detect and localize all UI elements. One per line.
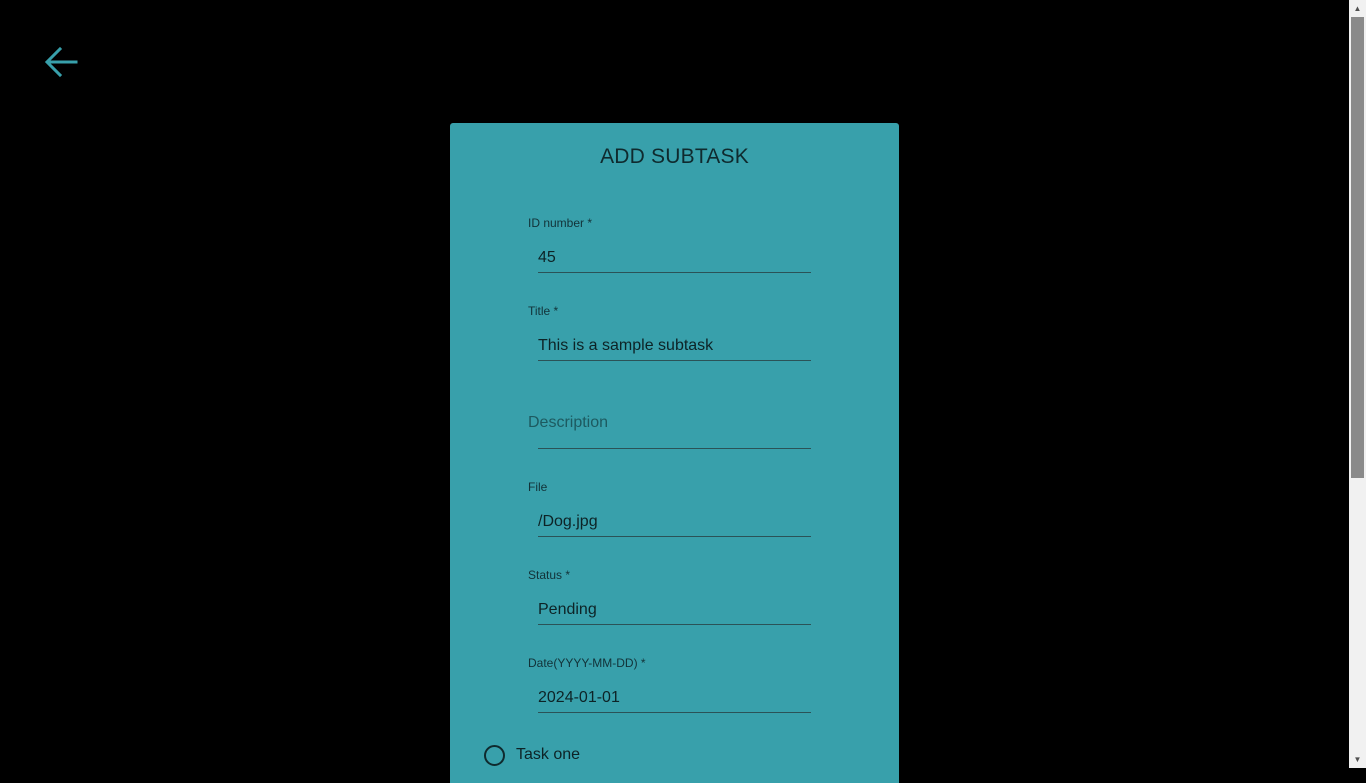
id-number-input[interactable]: [538, 245, 811, 271]
id-number-underline: [538, 272, 811, 273]
title-label: Title *: [528, 304, 559, 318]
status-underline: [538, 624, 811, 625]
radio-button[interactable]: [484, 744, 505, 766]
add-subtask-card: [450, 123, 899, 783]
scrollbar-thumb[interactable]: [1351, 17, 1364, 478]
description-input[interactable]: [538, 421, 811, 447]
scroll-down-arrow[interactable]: ▼: [1349, 751, 1366, 768]
date-input[interactable]: [538, 685, 811, 711]
file-input[interactable]: [538, 509, 811, 535]
task-one-label: Task one: [516, 746, 581, 763]
status-label: Status *: [528, 568, 571, 582]
id-number-label: ID number *: [528, 216, 593, 230]
file-underline: [538, 536, 811, 537]
file-label: File: [528, 480, 548, 494]
scroll-up-arrow[interactable]: ▲: [1349, 0, 1366, 17]
form-title: ADD SUBTASK: [600, 145, 749, 168]
date-underline: [538, 712, 811, 713]
description-underline: [538, 448, 811, 449]
arrow-left-icon: [44, 46, 78, 78]
status-input[interactable]: [538, 597, 811, 623]
title-underline: [538, 360, 811, 361]
task-one-radio-option[interactable]: Task one: [484, 744, 580, 766]
back-button[interactable]: [42, 40, 82, 84]
date-label: Date(YYYY-MM-DD) *: [528, 656, 646, 670]
title-input[interactable]: [538, 333, 811, 359]
